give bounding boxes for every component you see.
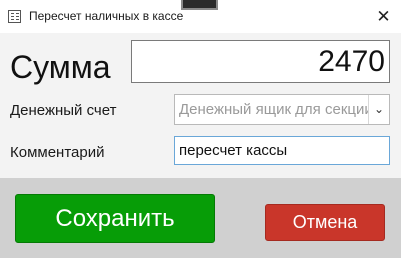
title-bar[interactable]: Пересчет наличных в кассе ✕: [0, 0, 401, 33]
amount-label: Сумма: [10, 49, 111, 85]
calculator-icon: [8, 10, 21, 23]
account-select-placeholder: Денежный ящик для секции: [179, 101, 369, 118]
cancel-button[interactable]: Отмена: [265, 204, 385, 241]
account-label: Денежный счет: [10, 102, 117, 119]
account-select[interactable]: Денежный ящик для секции ⌄: [174, 94, 390, 125]
close-button[interactable]: ✕: [366, 0, 401, 33]
comment-input[interactable]: пересчет кассы: [174, 136, 390, 165]
save-button[interactable]: Сохранить: [15, 194, 215, 243]
window-title: Пересчет наличных в кассе: [29, 9, 184, 23]
drag-handle[interactable]: [181, 0, 218, 10]
comment-label: Комментарий: [10, 144, 105, 161]
cash-recount-window: Пересчет наличных в кассе ✕ Сумма 2470 Д…: [0, 0, 401, 258]
amount-input[interactable]: 2470: [131, 40, 390, 83]
footer-bar: Сохранить Отмена: [0, 178, 401, 258]
chevron-down-icon[interactable]: ⌄: [368, 95, 389, 124]
